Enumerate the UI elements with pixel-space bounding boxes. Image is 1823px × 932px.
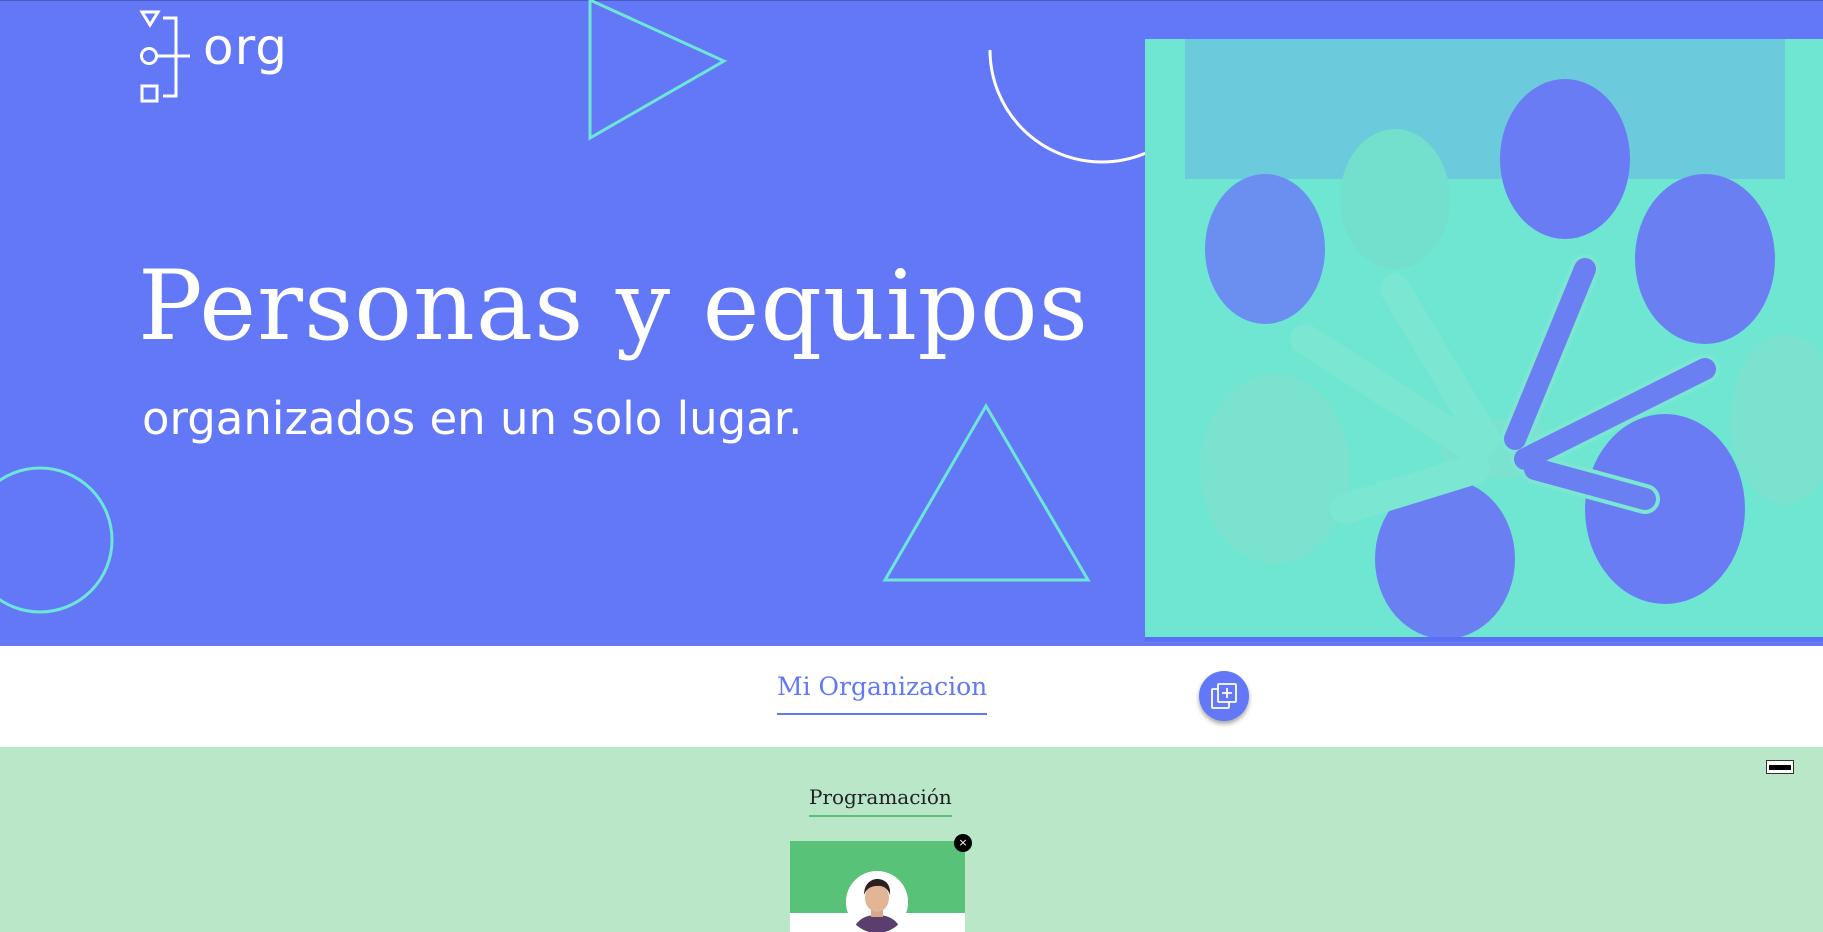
- circle-shape-left: [0, 466, 114, 614]
- minimize-icon: [1769, 764, 1791, 770]
- profile-photo: [846, 871, 908, 932]
- org-chart-icon: [139, 10, 190, 103]
- org-tabbar: Mi Organizacion: [0, 646, 1823, 747]
- add-collection-icon: [1211, 683, 1237, 709]
- hero-banner: org Personas y equipos organizados en un…: [0, 0, 1823, 646]
- hero-title: Personas y equipos: [138, 250, 1089, 362]
- team-section-programacion: Programación: [0, 747, 1823, 932]
- tab-mi-organizacion[interactable]: Mi Organizacion: [777, 672, 988, 715]
- add-team-button[interactable]: [1199, 671, 1249, 721]
- brand-name: org: [203, 18, 289, 76]
- remove-collaborator-button[interactable]: ×: [954, 834, 972, 852]
- photo-bottom-band: [1145, 637, 1823, 641]
- triangle-shape-top: [588, 0, 728, 141]
- avatar: [846, 871, 908, 932]
- team-hands-illustration: [1145, 39, 1823, 641]
- collapse-section-button[interactable]: [1766, 760, 1794, 774]
- team-title: Programación: [809, 785, 952, 817]
- triangle-shape-bottom: [882, 403, 1091, 582]
- team-photo: [1145, 39, 1823, 641]
- hero-subtitle: organizados en un solo lugar.: [142, 392, 803, 445]
- collaborator-card: [790, 841, 965, 932]
